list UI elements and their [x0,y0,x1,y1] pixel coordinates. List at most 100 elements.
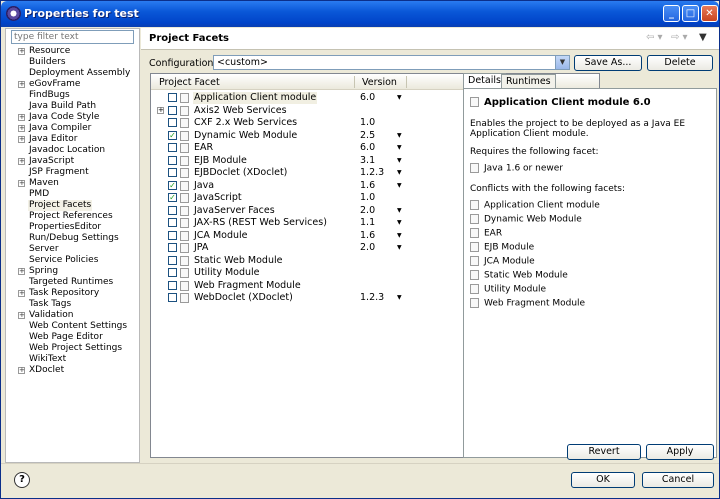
help-icon[interactable]: ? [14,472,30,488]
tree-item[interactable]: + eGovFrame [6,79,139,90]
expand-icon[interactable]: + [18,367,25,374]
facet-checkbox[interactable] [168,105,177,115]
facet-checkbox[interactable] [168,93,177,102]
delete-button[interactable]: Delete [647,55,713,71]
tree-item[interactable]: + XDoclet [6,365,139,376]
title-bar[interactable]: Properties for test _ □ ✕ [1,1,719,27]
tree-item[interactable]: Builders [6,57,139,68]
version-dropdown-icon[interactable]: ▼ [397,180,402,192]
tree-item[interactable]: + Java Compiler [6,123,139,134]
expand-icon[interactable]: + [18,312,25,319]
version-dropdown-icon[interactable]: ▼ [397,155,402,167]
column-header-version[interactable]: Version [362,77,397,88]
version-dropdown-icon[interactable]: ▼ [397,292,402,304]
tree-item[interactable]: PropertiesEditor [6,222,139,233]
back-arrow-icon[interactable]: ⇦ ▾ [646,32,663,43]
facet-version[interactable]: 1.2.3 [360,292,384,304]
facet-checkbox[interactable] [168,230,177,240]
tree-item[interactable]: + Task Repository [6,288,139,299]
facet-checkbox[interactable] [168,143,177,152]
expand-icon[interactable]: + [18,48,25,55]
tree-item[interactable]: Project Facets [6,200,139,211]
tree-item[interactable]: Web Content Settings [6,321,139,332]
facet-checkbox[interactable]: ✓ [168,130,177,140]
facet-checkbox[interactable] [168,293,177,302]
expand-icon[interactable]: + [18,114,25,121]
facet-version[interactable]: 6.0 [360,92,375,104]
tree-item[interactable]: Project References [6,211,139,222]
version-dropdown-icon[interactable]: ▼ [397,242,402,254]
facet-version[interactable]: 1.2.3 [360,167,384,179]
maximize-button[interactable]: □ [682,5,699,22]
expand-icon[interactable]: + [18,158,25,165]
ok-button[interactable]: OK [571,472,635,488]
tree-item[interactable]: Web Project Settings [6,343,139,354]
facet-version[interactable]: 1.0 [360,192,375,204]
chevron-down-icon[interactable]: ▼ [555,56,569,69]
facet-checkbox[interactable] [168,118,177,127]
tree-item[interactable]: PMD [6,189,139,200]
expand-icon[interactable]: + [18,268,25,275]
facet-checkbox[interactable] [168,155,177,165]
cancel-button[interactable]: Cancel [642,472,714,488]
version-dropdown-icon[interactable]: ▼ [397,167,402,179]
minimize-button[interactable]: _ [663,5,680,22]
facet-checkbox[interactable] [168,280,177,290]
facet-checkbox[interactable]: ✓ [168,180,177,190]
view-menu-icon[interactable]: ▼ [699,32,707,43]
tree-item[interactable]: FindBugs [6,90,139,101]
expand-icon[interactable]: + [18,125,25,132]
filter-input[interactable] [11,30,134,44]
tree-item[interactable]: Server [6,244,139,255]
expand-icon[interactable]: + [157,106,164,114]
facet-checkbox[interactable]: ✓ [168,193,177,202]
save-as-button[interactable]: Save As... [574,55,642,71]
facet-checkbox[interactable] [168,218,177,227]
expand-icon[interactable]: + [18,136,25,143]
facet-version[interactable]: 1.0 [360,117,375,129]
version-dropdown-icon[interactable]: ▼ [397,217,402,229]
tree-item[interactable]: + Maven [6,178,139,189]
facet-version[interactable]: 1.6 [360,230,375,242]
tree-item[interactable]: + Resource [6,46,139,57]
tree-item[interactable]: Run/Debug Settings [6,233,139,244]
revert-button[interactable]: Revert [567,444,641,460]
facet-checkbox[interactable] [168,268,177,277]
tree-item[interactable]: Deployment Assembly [6,68,139,79]
version-dropdown-icon[interactable]: ▼ [397,130,402,142]
tree-item[interactable]: Service Policies [6,255,139,266]
facet-version[interactable]: 2.0 [360,205,375,217]
close-button[interactable]: ✕ [701,5,718,22]
tab-details[interactable]: Details [463,73,506,89]
version-dropdown-icon[interactable]: ▼ [397,142,402,154]
facet-version[interactable]: 1.1 [360,217,375,229]
facet-version[interactable]: 6.0 [360,142,375,154]
tab-runtimes[interactable]: Runtimes [501,74,556,88]
tree-item[interactable]: + Validation [6,310,139,321]
facet-version[interactable]: 3.1 [360,155,375,167]
facet-checkbox[interactable] [168,255,177,265]
version-dropdown-icon[interactable]: ▼ [397,205,402,217]
tree-item[interactable]: Javadoc Location [6,145,139,156]
facet-checkbox[interactable] [168,243,177,252]
tree-item[interactable]: WikiText [6,354,139,365]
tree-item[interactable]: Task Tags [6,299,139,310]
facet-version[interactable]: 1.6 [360,180,375,192]
forward-arrow-icon[interactable]: ⇨ ▾ [671,32,688,43]
tree-item[interactable]: Targeted Runtimes [6,277,139,288]
tree-item[interactable]: + Java Editor [6,134,139,145]
expand-icon[interactable]: + [18,180,25,187]
facet-checkbox[interactable] [168,205,177,215]
tree-item[interactable]: Java Build Path [6,101,139,112]
configuration-select[interactable]: <custom> ▼ [213,55,570,70]
facet-checkbox[interactable] [168,168,177,177]
version-dropdown-icon[interactable]: ▼ [397,92,402,104]
expand-icon[interactable]: + [18,290,25,297]
column-header-facet[interactable]: Project Facet [159,77,220,88]
facet-version[interactable]: 2.0 [360,242,375,254]
expand-icon[interactable]: + [18,81,25,88]
tree-item[interactable]: Web Page Editor [6,332,139,343]
facet-version[interactable]: 2.5 [360,130,375,142]
tree-item[interactable]: + Java Code Style [6,112,139,123]
version-dropdown-icon[interactable]: ▼ [397,230,402,242]
